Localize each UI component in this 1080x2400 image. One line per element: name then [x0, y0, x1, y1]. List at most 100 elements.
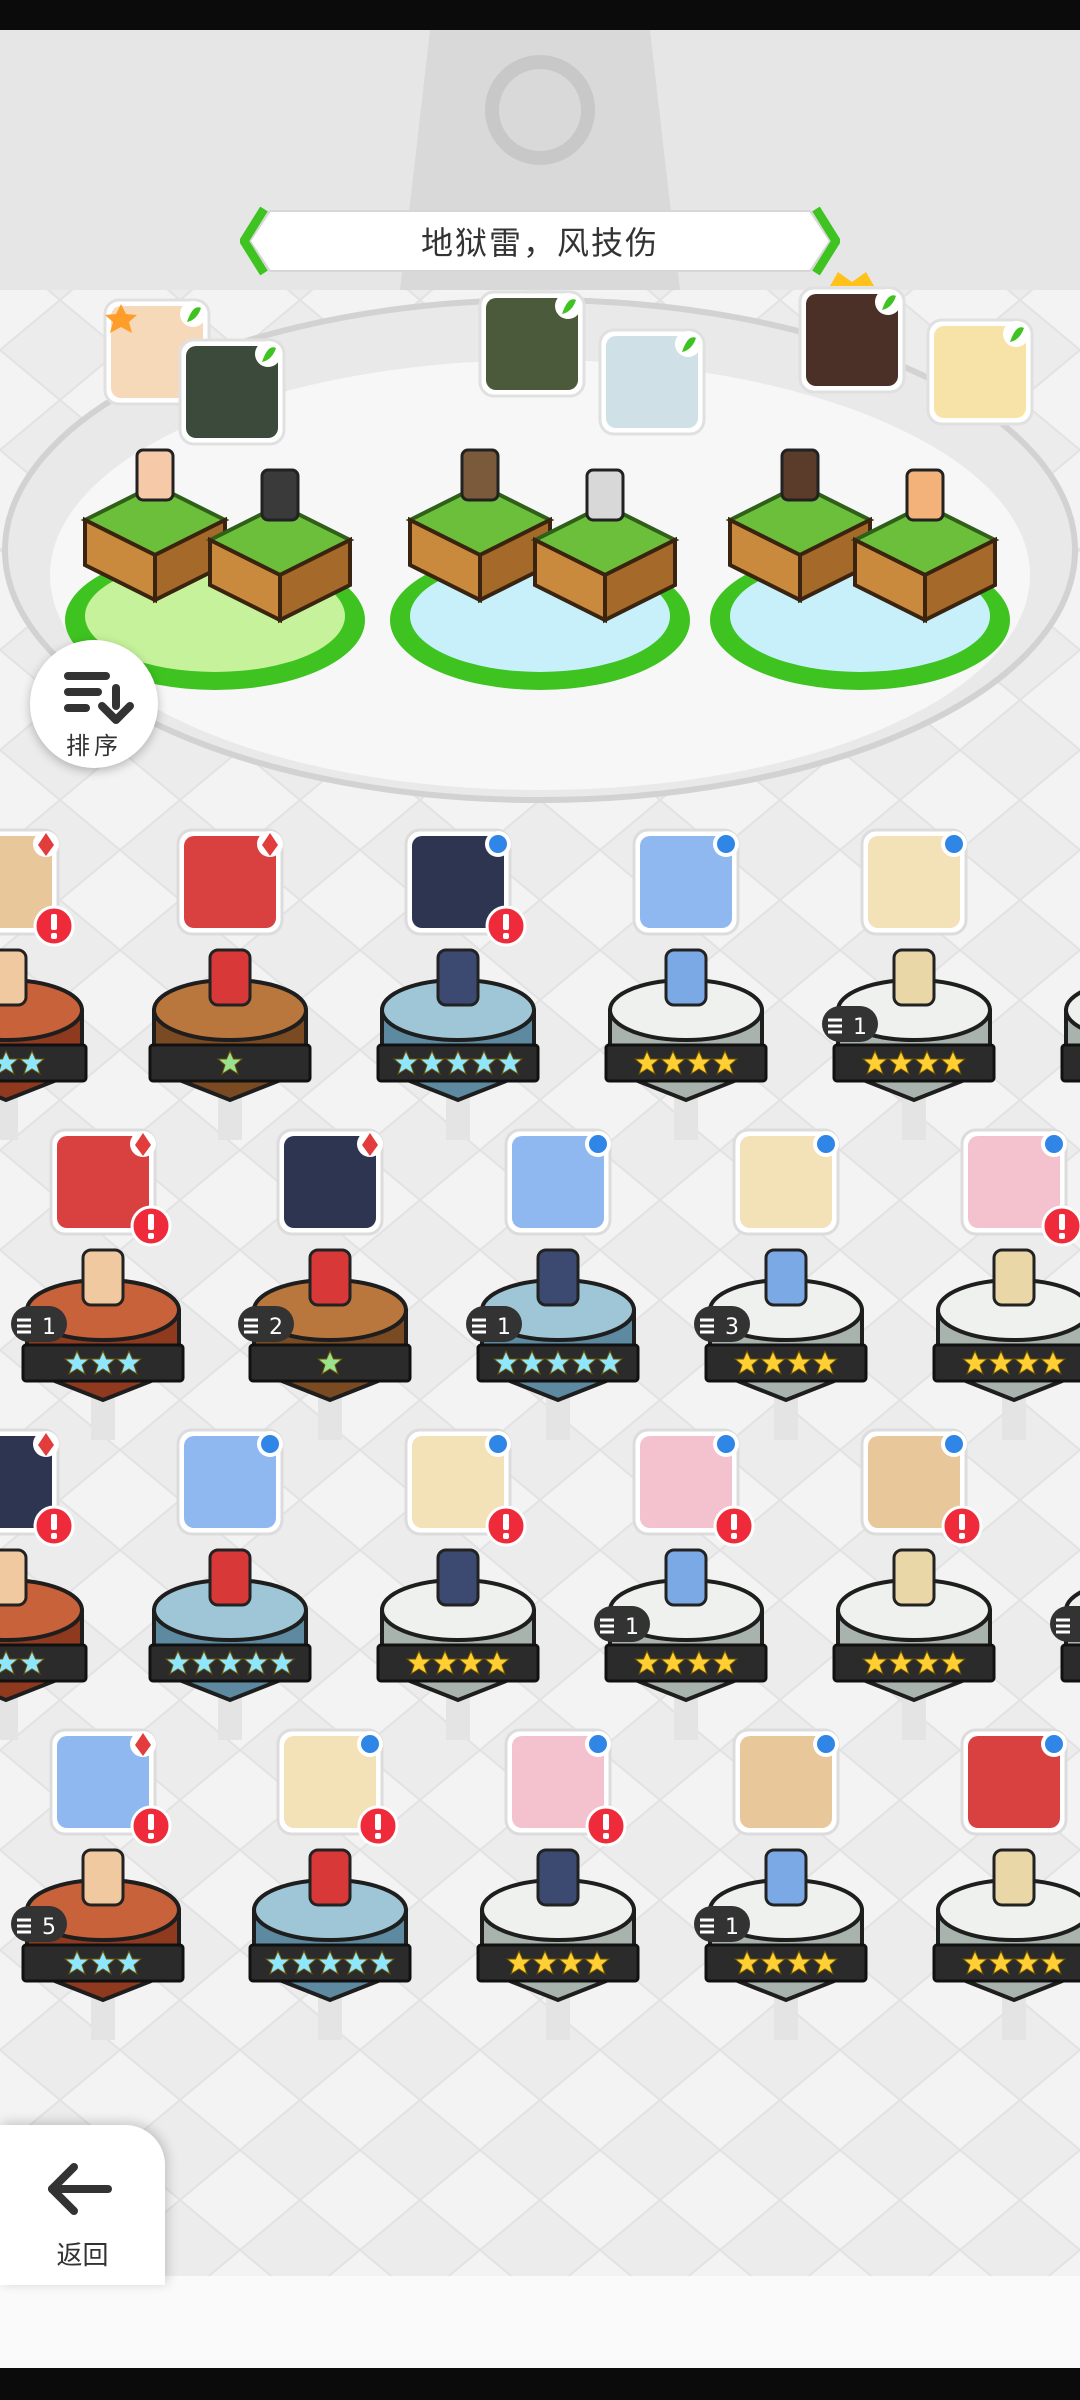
hero-sprite: [135, 448, 175, 502]
team-title-text: 地狱雷，风技伤: [420, 224, 659, 262]
back-arrow-icon: [48, 2163, 112, 2215]
exclamation-badge-icon: [731, 1533, 737, 1539]
water-drop-icon: [945, 1435, 963, 1453]
exclamation-badge-icon: [51, 914, 57, 930]
star-plate: [704, 1943, 868, 1983]
water-drop-icon: [817, 1735, 835, 1753]
exclamation-badge-icon: [503, 1514, 509, 1530]
hero-sprite: [81, 1248, 125, 1307]
exclamation-badge-icon: [1059, 1214, 1065, 1230]
water-drop-icon: [489, 1435, 507, 1453]
sort-label: 排序: [66, 732, 122, 760]
dupe-counter: [238, 1306, 294, 1342]
water-drop-icon: [717, 835, 735, 853]
exclamation-badge-icon: [375, 1833, 381, 1839]
water-drop-icon: [361, 1735, 379, 1753]
water-drop-icon: [1045, 1135, 1063, 1153]
team-title-banner: 地狱雷，风技伤: [240, 205, 840, 277]
star-plate: [832, 1643, 996, 1683]
hero-sprite: [764, 1248, 808, 1307]
dupe-counter: [594, 1606, 650, 1642]
hero-sprite: [764, 1848, 808, 1907]
dupe-counter: [822, 1006, 878, 1042]
hero-sprite: [81, 1848, 125, 1907]
exclamation-badge-icon: [148, 1814, 154, 1830]
hero-sprite: [992, 1848, 1036, 1907]
hero-sprite: [905, 468, 945, 522]
team-hero-card[interactable]: [926, 318, 1034, 426]
hero-sprite: [892, 1548, 936, 1607]
dupe-count: 1: [725, 1915, 739, 1940]
hero-sprite: [536, 1848, 580, 1907]
dupe-count: 1: [42, 1315, 56, 1340]
water-drop-icon: [717, 1435, 735, 1453]
hero-sprite: [664, 1548, 708, 1607]
star-plate: [376, 1643, 540, 1683]
bottom-panel: [0, 2276, 1080, 2368]
back-button[interactable]: 返回: [0, 2125, 165, 2285]
exclamation-badge-icon: [1059, 1233, 1065, 1239]
hero-sprite: [308, 1848, 352, 1907]
water-drop-icon: [589, 1735, 607, 1753]
star-plate: [832, 1043, 996, 1083]
star-plate: [1060, 1643, 1080, 1683]
hero-sprite: [0, 1548, 28, 1607]
hero-sprite: [892, 948, 936, 1007]
dupe-count: 1: [497, 1315, 511, 1340]
team-hero-card[interactable]: [178, 338, 286, 446]
hero-sprite: [585, 468, 625, 522]
star-plate: [704, 1343, 868, 1383]
exclamation-badge-icon: [148, 1233, 154, 1239]
exclamation-badge-icon: [148, 1833, 154, 1839]
exclamation-badge-icon: [959, 1533, 965, 1539]
exclamation-badge-icon: [503, 933, 509, 939]
game-scene: 112131151: [0, 30, 1080, 2276]
hero-sprite: [780, 448, 820, 502]
hero-sprite: [308, 1248, 352, 1307]
hero-sprite: [536, 1248, 580, 1307]
hero-sprite: [992, 1248, 1036, 1307]
team-hero-card[interactable]: [478, 290, 586, 398]
dupe-count: 1: [853, 1015, 867, 1040]
water-drop-icon: [945, 835, 963, 853]
hero-sprite: [0, 948, 28, 1007]
exclamation-badge-icon: [603, 1833, 609, 1839]
dupe-counter: [694, 1306, 750, 1342]
exclamation-badge-icon: [503, 914, 509, 930]
exclamation-badge-icon: [148, 1214, 154, 1230]
exclamation-badge-icon: [51, 1533, 57, 1539]
dupe-counter: [11, 1906, 67, 1942]
team-hero-card[interactable]: [798, 272, 906, 394]
dupe-count: 5: [42, 1915, 56, 1940]
hero-sprite: [664, 948, 708, 1007]
sort-button[interactable]: 排序: [30, 640, 158, 768]
dupe-counter: [11, 1306, 67, 1342]
system-nav-bar: [0, 2368, 1080, 2400]
water-drop-icon: [817, 1135, 835, 1153]
exclamation-badge-icon: [51, 933, 57, 939]
star-plate: [604, 1643, 768, 1683]
exclamation-badge-icon: [959, 1514, 965, 1530]
hero-sprite: [460, 448, 500, 502]
exclamation-badge-icon: [503, 1533, 509, 1539]
team-hero-card[interactable]: [598, 328, 706, 436]
status-bar: [0, 0, 1080, 30]
hero-sprite: [208, 1548, 252, 1607]
water-drop-icon: [1045, 1735, 1063, 1753]
exclamation-badge-icon: [51, 1514, 57, 1530]
dupe-count: 2: [269, 1315, 283, 1340]
dupe-counter: [694, 1906, 750, 1942]
star-plate: [476, 1943, 640, 1983]
exclamation-badge-icon: [375, 1814, 381, 1830]
hero-sprite: [436, 1548, 480, 1607]
hero-sprite: [260, 468, 300, 522]
water-drop-icon: [489, 835, 507, 853]
dupe-count: 3: [725, 1315, 739, 1340]
back-label: 返回: [56, 2241, 109, 2271]
star-plate: [604, 1043, 768, 1083]
hero-sprite: [436, 948, 480, 1007]
exclamation-badge-icon: [603, 1814, 609, 1830]
water-drop-icon: [261, 1435, 279, 1453]
exclamation-badge-icon: [731, 1514, 737, 1530]
dupe-count: 1: [625, 1615, 639, 1640]
